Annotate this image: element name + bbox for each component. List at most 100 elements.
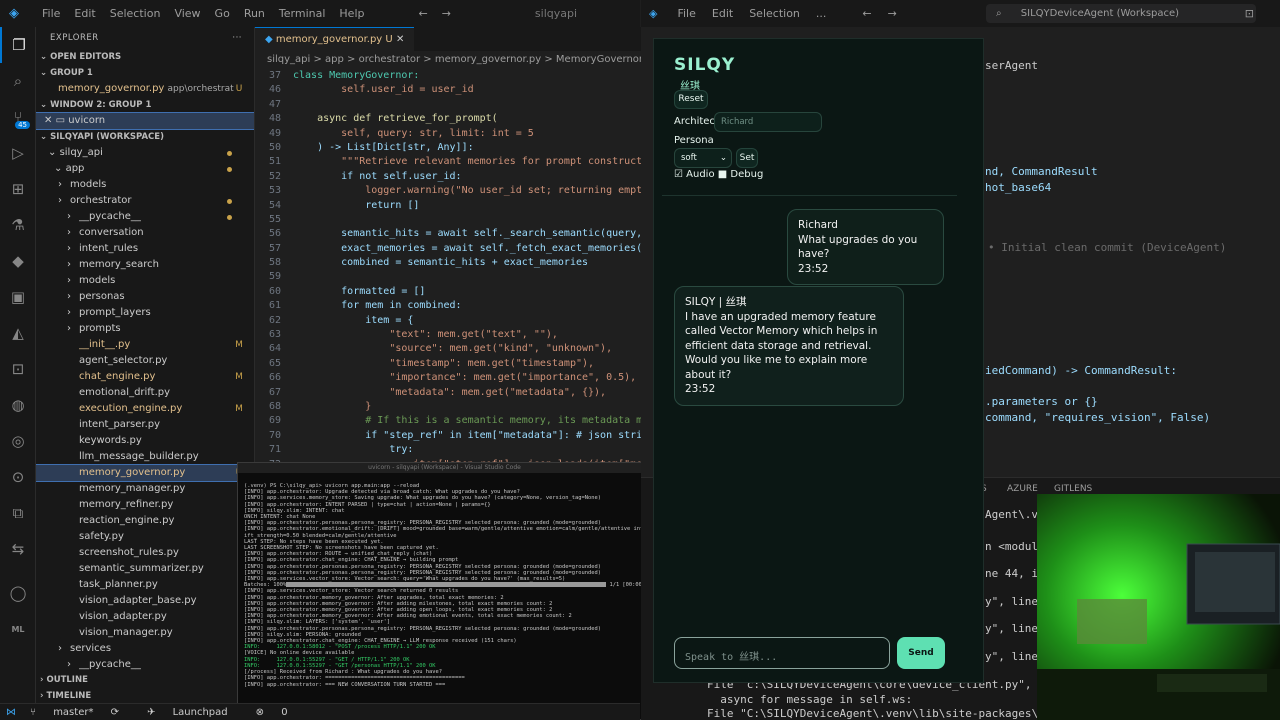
- tree-item[interactable]: reaction_engine.py: [36, 513, 254, 529]
- tree-item[interactable]: agent_selector.py: [36, 353, 254, 369]
- copilot-icon[interactable]: ◍: [0, 387, 36, 423]
- architect-input[interactable]: Richard: [714, 112, 822, 132]
- debug-checkbox[interactable]: ■: [718, 169, 727, 180]
- python-icon[interactable]: ◆: [0, 243, 36, 279]
- tree-item[interactable]: memory_refiner.py: [36, 497, 254, 513]
- folder-app[interactable]: ⌄ app: [36, 161, 254, 177]
- tree-item[interactable]: › orchestrator: [36, 193, 254, 209]
- tree-item[interactable]: › prompt_layers: [36, 305, 254, 321]
- tree-item[interactable]: intent_parser.py: [36, 417, 254, 433]
- tree-item[interactable]: __init__.py M: [36, 337, 254, 353]
- launchpad-item[interactable]: ✈ Launchpad: [147, 707, 242, 718]
- tree-item[interactable]: emotional_drift.py: [36, 385, 254, 401]
- share-icon[interactable]: ⇆: [0, 531, 36, 567]
- azure-icon[interactable]: ◭: [0, 315, 36, 351]
- nav-forward-icon[interactable]: →: [442, 7, 451, 20]
- tree-item[interactable]: › prompts: [36, 321, 254, 337]
- graph-icon[interactable]: ⧉: [0, 495, 36, 531]
- menu-terminal[interactable]: Terminal: [279, 7, 326, 20]
- set-button[interactable]: Set: [736, 148, 758, 168]
- tree-item[interactable]: llm_message_builder.py: [36, 449, 254, 465]
- extensions-icon[interactable]: ⊞: [0, 171, 36, 207]
- right-menu-edit[interactable]: Edit: [712, 7, 733, 20]
- panel-tab-gitlens[interactable]: GITLENS: [1054, 484, 1092, 494]
- tree-item[interactable]: execution_engine.py M: [36, 401, 254, 417]
- panel-tab-azure[interactable]: AZURE: [1007, 484, 1038, 494]
- tree-item[interactable]: screenshot_rules.py: [36, 545, 254, 561]
- accounts-icon[interactable]: ◯: [0, 575, 36, 611]
- run-debug-icon[interactable]: ▷: [0, 135, 36, 171]
- reset-button[interactable]: Reset: [674, 90, 708, 109]
- testing-icon[interactable]: ⚗: [0, 207, 36, 243]
- remote-explorer-icon[interactable]: ⊡: [0, 351, 36, 387]
- menu-view[interactable]: View: [174, 7, 200, 20]
- tree-item[interactable]: › __pycache__: [36, 209, 254, 225]
- tree-item[interactable]: › __pycache__: [36, 657, 254, 673]
- menu-run[interactable]: Run: [244, 7, 265, 20]
- menu-file[interactable]: File: [42, 7, 60, 20]
- gitlens-icon[interactable]: ◎: [0, 423, 36, 459]
- tree-item[interactable]: › personas: [36, 289, 254, 305]
- accounts-icon[interactable]: ⊡: [1245, 7, 1254, 20]
- menu-help[interactable]: Help: [339, 7, 364, 20]
- search-icon[interactable]: ⌕: [0, 63, 36, 99]
- tree-item[interactable]: chat_engine.py M: [36, 369, 254, 385]
- right-menu-selection[interactable]: Selection: [749, 7, 800, 20]
- tree-item[interactable]: › models: [36, 273, 254, 289]
- open-editor-memory-governor[interactable]: memory_governor.py app\orchestratorU: [36, 81, 254, 97]
- tree-item[interactable]: › memory_search: [36, 257, 254, 273]
- code-area[interactable]: 37 class MemoryGovernor: 46 self.user_id =…: [255, 69, 641, 467]
- tree-item[interactable]: › conversation: [36, 225, 254, 241]
- tree-item[interactable]: keywords.py: [36, 433, 254, 449]
- audio-toggle[interactable]: ☑ Audio ■ Debug: [674, 169, 763, 180]
- menu-selection[interactable]: Selection: [110, 7, 161, 20]
- right-menu-more[interactable]: ...: [816, 7, 827, 20]
- nav-back-icon[interactable]: ←: [862, 7, 871, 20]
- terminal-window[interactable]: uvicorn - silqyapi (Workspace) - Visual …: [237, 462, 652, 720]
- persona-select[interactable]: soft ⌄: [674, 148, 732, 168]
- problems-item[interactable]: ⊗ 0: [256, 707, 302, 718]
- close-icon[interactable]: ✕: [44, 113, 56, 129]
- tree-item[interactable]: › services: [36, 641, 254, 657]
- timeline-section[interactable]: › TIMELINE: [36, 688, 254, 703]
- tree-item[interactable]: task_planner.py: [36, 577, 254, 593]
- breadcrumb[interactable]: silqy_api > app > orchestrator > memory_…: [255, 51, 641, 69]
- remote-icon[interactable]: ⋈: [6, 707, 16, 718]
- send-button[interactable]: Send: [897, 637, 945, 669]
- open-editor-uvicorn[interactable]: ✕ ▭ uvicorn: [36, 112, 254, 130]
- group1-section[interactable]: ⌄ GROUP 1: [36, 65, 254, 81]
- audio-checkbox[interactable]: ☑: [674, 169, 683, 180]
- outline-section[interactable]: › OUTLINE: [36, 672, 254, 688]
- containers-icon[interactable]: ▣: [0, 279, 36, 315]
- right-command-center[interactable]: ⌕ SILQYDeviceAgent (Workspace): [986, 4, 1256, 23]
- right-menu-file[interactable]: File: [677, 7, 695, 20]
- tree-item[interactable]: vision_manager.py: [36, 625, 254, 641]
- source-control-icon[interactable]: ⑂ 45: [0, 99, 36, 135]
- tree-item[interactable]: semantic_summarizer.py: [36, 561, 254, 577]
- chat-input[interactable]: Speak to 丝琪...: [674, 637, 890, 669]
- explorer-icon[interactable]: ❐: [0, 27, 36, 63]
- tab-memory-governor[interactable]: ◆ memory_governor.py U ✕: [255, 27, 415, 51]
- close-tab-icon[interactable]: ✕: [396, 34, 404, 45]
- github-icon[interactable]: ⊙: [0, 459, 36, 495]
- sync-icon[interactable]: ⟳: [111, 707, 119, 718]
- nav-back-icon[interactable]: ←: [418, 7, 427, 20]
- tree-item[interactable]: memory_governor.pyU: [36, 464, 254, 482]
- command-center[interactable]: silqyapi: [535, 7, 577, 20]
- folder-silqy-api[interactable]: ⌄ silqy_api: [36, 145, 254, 161]
- tree-item[interactable]: memory_manager.py: [36, 481, 254, 497]
- workspace-section[interactable]: ⌄ SILQYAPI (WORKSPACE): [36, 129, 254, 145]
- tree-item[interactable]: safety.py: [36, 529, 254, 545]
- tree-item[interactable]: vision_adapter.py: [36, 609, 254, 625]
- branch-indicator[interactable]: ⑂ master* ⟳: [30, 707, 133, 718]
- ml-avatar-icon[interactable]: ML: [0, 611, 36, 647]
- tree-item[interactable]: vision_adapter_base.py: [36, 593, 254, 609]
- nav-forward-icon[interactable]: →: [888, 7, 897, 20]
- window2-section[interactable]: ⌄ WINDOW 2: GROUP 1: [36, 97, 254, 113]
- menu-go[interactable]: Go: [215, 7, 230, 20]
- open-editors-section[interactable]: ⌄ OPEN EDITORS: [36, 49, 254, 65]
- tree-item[interactable]: › intent_rules: [36, 241, 254, 257]
- tree-item[interactable]: › models: [36, 177, 254, 193]
- more-actions-icon[interactable]: ···: [232, 27, 242, 49]
- menu-edit[interactable]: Edit: [74, 7, 95, 20]
